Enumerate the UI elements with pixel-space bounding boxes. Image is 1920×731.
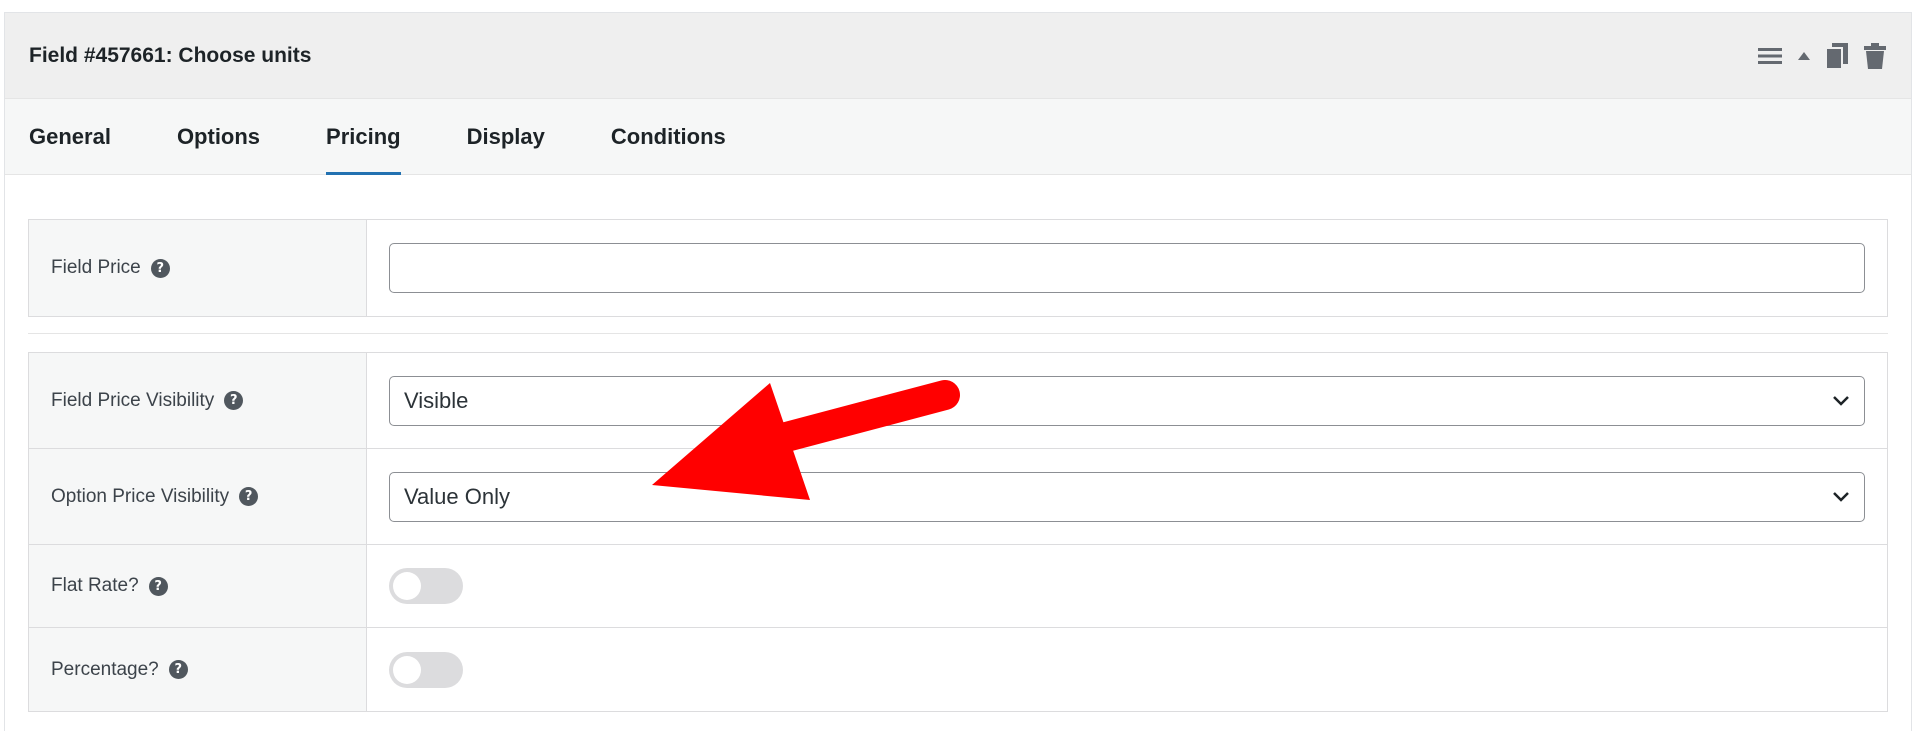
duplicate-icon[interactable] [1825,42,1849,70]
row-label: Percentage? ? [29,628,367,711]
row-value: Value Only [367,449,1887,544]
flat-rate-label: Flat Rate? [51,575,139,596]
percentage-toggle[interactable] [389,651,463,688]
tab-general[interactable]: General [29,99,111,174]
row-label: Field Price Visibility ? [29,353,367,448]
tab-display[interactable]: Display [467,99,545,174]
help-icon[interactable]: ? [224,391,244,410]
toggle-knob [393,655,421,684]
row-value [367,545,1887,627]
option-price-visibility-select[interactable]: Value Only [389,471,1865,522]
row-option-price-visibility: Option Price Visibility ? Value Only [29,449,1887,545]
menu-icon[interactable] [1757,46,1783,66]
header-actions [1757,42,1887,70]
field-header[interactable]: Field #457661: Choose units [5,13,1911,99]
chevron-down-icon [1832,395,1850,407]
help-icon[interactable]: ? [150,258,170,278]
collapse-up-icon[interactable] [1797,50,1811,62]
row-value [367,220,1887,316]
row-field-price: Field Price ? [29,220,1887,316]
row-percentage: Percentage? ? [29,628,1887,711]
row-label: Option Price Visibility ? [29,449,367,544]
option-price-visibility-label: Option Price Visibility [51,485,230,507]
section-divider [28,333,1888,334]
pricing-content: Field Price ? Field Price Visibility ? V… [5,175,1911,712]
chevron-down-icon [1832,491,1850,503]
help-icon[interactable]: ? [168,660,188,679]
field-price-input[interactable] [389,243,1865,293]
price-table: Field Price ? [28,219,1888,317]
field-price-label: Field Price [51,257,141,278]
tab-pricing[interactable]: Pricing [326,99,401,175]
select-value: Value Only [404,483,510,509]
tab-options[interactable]: Options [177,99,260,174]
field-price-visibility-label: Field Price Visibility [51,389,215,411]
row-value: Visible [367,353,1887,448]
tab-bar: General Options Pricing Display Conditio… [5,99,1911,175]
row-field-price-visibility: Field Price Visibility ? Visible [29,353,1887,449]
help-icon[interactable]: ? [148,576,168,596]
trash-icon[interactable] [1863,42,1887,70]
select-value: Visible [404,387,469,413]
row-value [367,628,1887,711]
field-panel: Field #457661: Choose units General Opti… [4,12,1912,731]
tab-conditions[interactable]: Conditions [611,99,726,174]
help-icon[interactable]: ? [239,487,259,506]
row-flat-rate: Flat Rate? ? [29,545,1887,628]
field-price-visibility-select[interactable]: Visible [389,375,1865,426]
flat-rate-toggle[interactable] [389,568,463,604]
field-title: Field #457661: Choose units [29,43,312,67]
row-label: Flat Rate? ? [29,545,367,627]
toggle-knob [393,572,421,600]
visibility-table: Field Price Visibility ? Visible Option … [28,352,1888,712]
row-label: Field Price ? [29,220,367,316]
percentage-label: Percentage? [51,658,159,680]
